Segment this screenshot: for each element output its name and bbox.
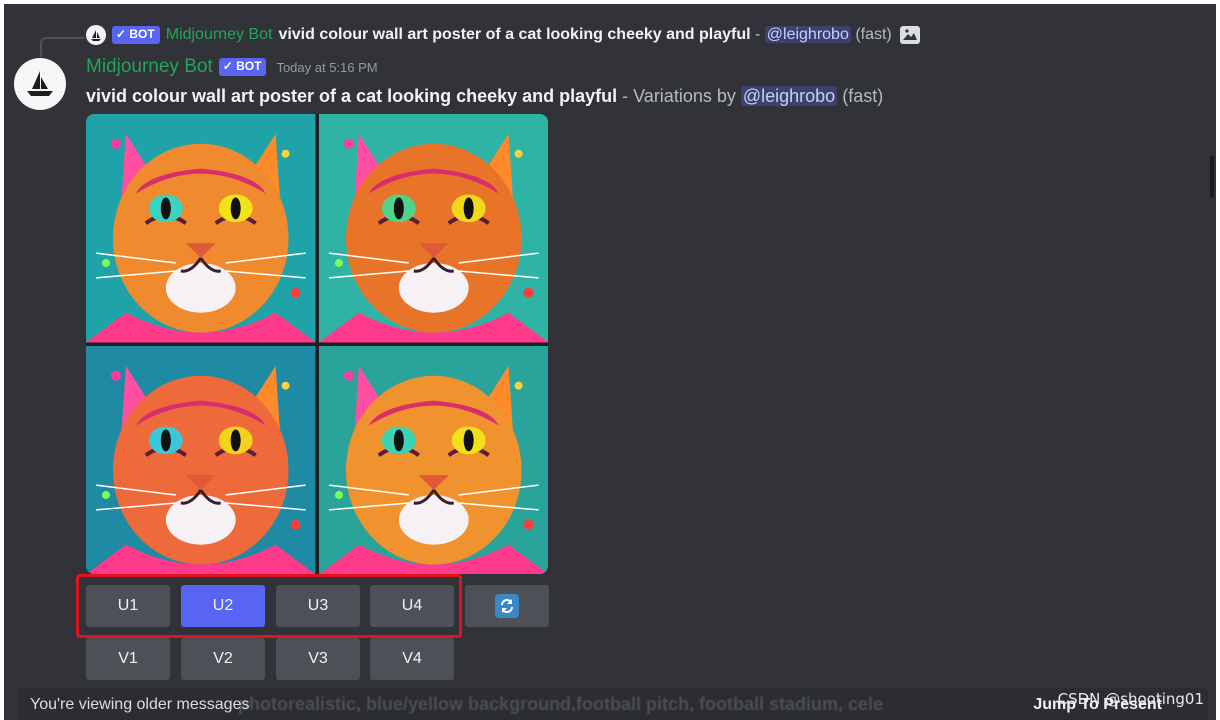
bot-avatar[interactable] bbox=[14, 58, 66, 110]
message-timestamp: Today at 5:16 PM bbox=[276, 59, 378, 75]
variation-button-2[interactable]: V2 bbox=[181, 638, 265, 680]
reroll-icon bbox=[495, 594, 519, 618]
older-messages-bar: photorealistic, blue/yellow background,f… bbox=[18, 688, 1208, 720]
reply-prompt: vivid colour wall art poster of a cat lo… bbox=[278, 26, 751, 43]
cat-illustration bbox=[86, 345, 316, 574]
image-icon bbox=[899, 26, 920, 44]
message-header: Midjourney Bot ✓ BOT Today at 5:16 PM bbox=[86, 56, 378, 78]
cat-image-3[interactable] bbox=[86, 345, 316, 574]
reply-author[interactable]: Midjourney Bot bbox=[166, 26, 273, 44]
variation-button-3[interactable]: V3 bbox=[276, 638, 360, 680]
cat-image-4[interactable] bbox=[318, 345, 548, 574]
cat-illustration bbox=[318, 114, 548, 343]
scrollbar-thumb[interactable] bbox=[1210, 156, 1214, 198]
message-author[interactable]: Midjourney Bot bbox=[86, 56, 213, 78]
reply-reference[interactable]: ✓ BOT Midjourney Bot vivid colour wall a… bbox=[86, 24, 920, 46]
bot-tag: ✓ BOT bbox=[218, 58, 267, 76]
watermark: CSDN @shooting01 bbox=[1057, 690, 1204, 708]
cat-illustration bbox=[318, 345, 548, 574]
cat-image-1[interactable] bbox=[86, 114, 316, 343]
variation-button-1[interactable]: V1 bbox=[86, 638, 170, 680]
discord-chat-frame: ✓ BOT Midjourney Bot vivid colour wall a… bbox=[4, 4, 1216, 720]
bot-tag: ✓ BOT bbox=[112, 26, 160, 44]
cat-illustration bbox=[86, 114, 316, 343]
message-mention[interactable]: @leighrobo bbox=[740, 86, 838, 106]
generated-image-grid[interactable] bbox=[86, 114, 548, 574]
message-prompt: vivid colour wall art poster of a cat lo… bbox=[86, 86, 618, 106]
reply-mention[interactable]: @leighrobo bbox=[764, 26, 851, 43]
midjourney-boat-icon bbox=[86, 25, 106, 45]
highlight-annotation bbox=[76, 574, 462, 638]
reply-separator: - bbox=[750, 26, 765, 43]
variations-text: - Variations by bbox=[617, 86, 741, 106]
reply-connector bbox=[40, 37, 84, 57]
cat-image-2[interactable] bbox=[318, 114, 548, 343]
message-speed: (fast) bbox=[842, 86, 884, 106]
background-message-text: photorealistic, blue/yellow background,f… bbox=[238, 694, 884, 714]
reply-speed: (fast) bbox=[855, 26, 892, 43]
variation-button-4[interactable]: V4 bbox=[370, 638, 454, 680]
older-messages-label: You're viewing older messages bbox=[30, 696, 250, 713]
reroll-button[interactable] bbox=[465, 585, 549, 627]
message-content: vivid colour wall art poster of a cat lo… bbox=[86, 86, 883, 107]
